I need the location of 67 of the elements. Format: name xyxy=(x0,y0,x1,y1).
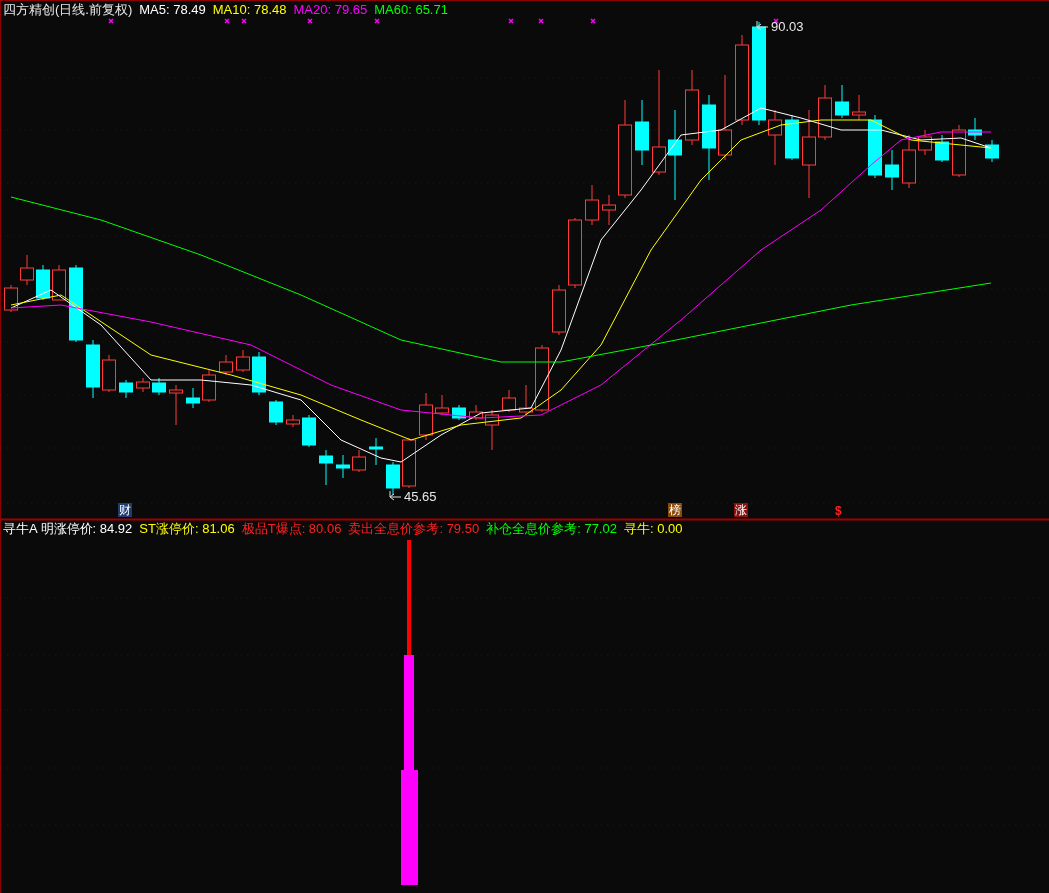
candlestick xyxy=(36,264,50,301)
candlestick xyxy=(369,437,383,466)
candlestick xyxy=(219,354,233,376)
candlestick xyxy=(402,437,416,489)
indicator-label: 寻牛A 明涨停价: 84.92 xyxy=(3,521,133,537)
candlestick xyxy=(202,369,216,403)
candlestick xyxy=(502,389,516,413)
candlestick xyxy=(319,449,333,486)
candlestick xyxy=(252,351,266,396)
candlestick xyxy=(552,284,566,336)
indicator-label: 补仓全息价参考: 77.02 xyxy=(486,521,617,537)
candlestick xyxy=(269,399,283,426)
candlestick xyxy=(236,349,250,373)
event-tag: 涨 xyxy=(734,503,748,517)
indicator-label: 极品T爆点: 80.06 xyxy=(241,521,342,537)
candlestick xyxy=(852,94,866,121)
candlestick xyxy=(519,384,533,416)
indicator-label: 卖出全息价参考: 79.50 xyxy=(348,521,480,537)
candlestick xyxy=(602,194,616,226)
candlestick xyxy=(902,134,916,189)
candlestick xyxy=(52,264,66,301)
candlestick xyxy=(352,449,366,473)
candlestick xyxy=(152,377,166,396)
candlestick xyxy=(768,109,782,166)
candlestick xyxy=(885,149,899,191)
candlestick xyxy=(20,254,34,286)
moving-average-label: MA5: 78.49 xyxy=(139,2,206,18)
candlestick xyxy=(435,394,449,416)
candlestick xyxy=(136,377,150,393)
candlestick xyxy=(835,84,849,119)
candlestick xyxy=(169,384,183,426)
candlestick xyxy=(452,404,466,421)
candlestick xyxy=(635,99,649,166)
indicator-label: ST涨停价: 81.06 xyxy=(139,521,235,537)
candlestick xyxy=(985,139,999,163)
indicator-label: 寻牛: 0.00 xyxy=(623,521,683,537)
candlestick xyxy=(4,284,18,313)
candlestick xyxy=(336,454,350,479)
candlestick xyxy=(302,414,316,448)
moving-average-label: MA10: 78.48 xyxy=(212,2,287,18)
arrow-icon xyxy=(389,490,402,501)
candlestick xyxy=(918,129,932,156)
candlestick xyxy=(585,184,599,226)
candlestick xyxy=(119,379,133,399)
candlestick xyxy=(186,387,200,409)
price-label: 90.03 xyxy=(771,20,804,34)
candlestick xyxy=(935,134,949,163)
candlestick xyxy=(469,404,483,421)
event-tag: $ xyxy=(835,505,842,517)
chart-title: 四方精创(日线.前复权) xyxy=(3,2,133,18)
event-tag: 财 xyxy=(118,503,132,517)
candlestick xyxy=(102,354,116,393)
candlestick xyxy=(868,114,882,179)
candlestick xyxy=(286,414,300,428)
candlestick xyxy=(968,117,982,141)
arrow-icon xyxy=(756,20,769,31)
candlestick xyxy=(485,409,499,451)
candlestick xyxy=(86,339,100,399)
candlestick xyxy=(419,392,433,441)
moving-average-label: MA20: 79.65 xyxy=(293,2,368,18)
price-label: 45.65 xyxy=(404,490,437,504)
candlestick xyxy=(386,461,400,496)
candlestick xyxy=(568,217,582,289)
moving-average-label: MA60: 65.71 xyxy=(374,2,448,18)
event-tag: 榜 xyxy=(668,503,682,517)
candlestick xyxy=(818,84,832,141)
candlestick xyxy=(785,114,799,161)
